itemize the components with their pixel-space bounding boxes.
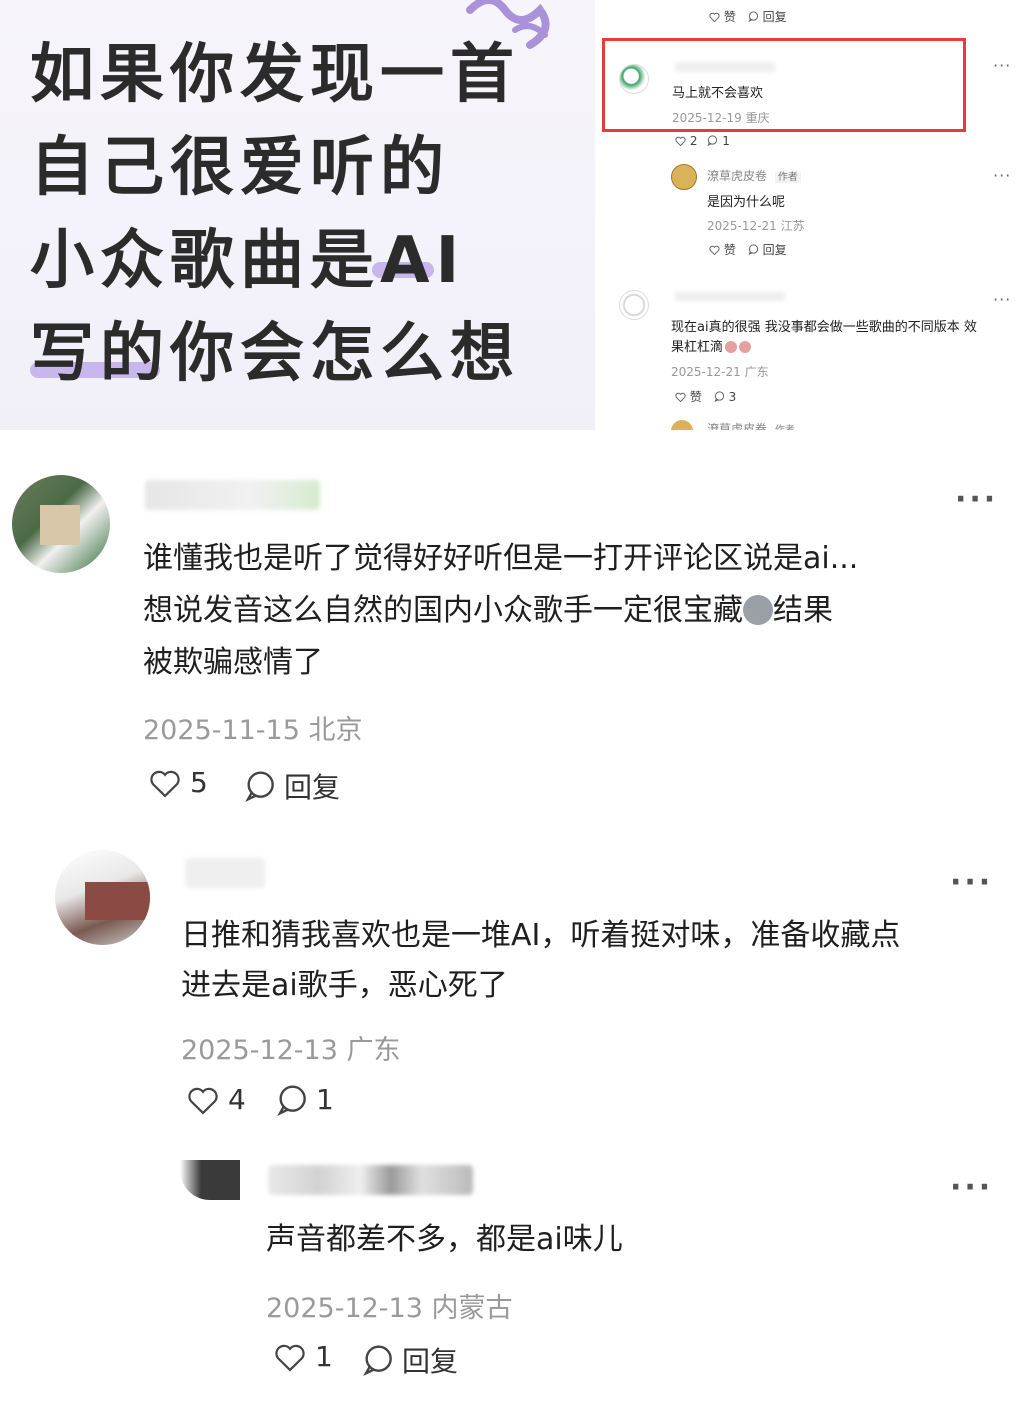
- comment-text-line-2: 想说发音这么自然的国内小众歌手一定很宝藏 结果: [143, 593, 833, 628]
- blurred-username: [675, 292, 785, 301]
- reply-button[interactable]: 3: [714, 390, 736, 404]
- heart-icon: [709, 12, 720, 23]
- avatar-mosaic: [85, 882, 150, 920]
- reply-button[interactable]: 回复: [362, 1340, 458, 1380]
- highlight-box: [602, 38, 966, 132]
- reply-button[interactable]: 1: [276, 1083, 334, 1116]
- author-avatar[interactable]: [671, 164, 697, 190]
- author-badge: 作者: [774, 172, 801, 183]
- author-name: 潦草虎皮卷 作者: [707, 167, 801, 184]
- avatar[interactable]: [55, 850, 150, 945]
- avatar[interactable]: [619, 290, 649, 320]
- heart-icon: [675, 392, 686, 403]
- poster-line-2: 自己很爱听的: [30, 131, 450, 205]
- comment-bubble-icon: [363, 1345, 392, 1376]
- more-dots-icon[interactable]: ···: [993, 56, 1011, 75]
- like-button[interactable]: 赞: [675, 388, 702, 405]
- author-reply-meta: 2025-12-21 江苏: [707, 219, 805, 233]
- author-avatar[interactable]: [671, 420, 693, 430]
- reply-button[interactable]: 回复: [244, 766, 340, 806]
- more-dots-icon[interactable]: ···: [993, 290, 1011, 309]
- comment-bubble-icon: [707, 135, 718, 147]
- comment-text-line-1: 日推和猜我喜欢也是一堆AI，听着挺对味，准备收藏点: [181, 918, 901, 953]
- blurred-username: [185, 858, 265, 888]
- poster-line-1: 如果你发现一首: [30, 38, 520, 112]
- reply-button[interactable]: 回复: [748, 241, 787, 258]
- avatar[interactable]: [619, 64, 649, 94]
- author-badge: 作者: [775, 425, 795, 430]
- comment-meta: 2025-12-13 内蒙古: [266, 1293, 513, 1324]
- third-actions: 赞 3: [675, 388, 736, 405]
- author-actions: 赞 回复: [709, 241, 787, 258]
- comment-text: 马上就不会喜欢: [672, 86, 764, 101]
- comment-meta: 2025-12-21 广东: [671, 365, 769, 379]
- heart-icon: [275, 1344, 305, 1371]
- avatar-mosaic: [40, 505, 80, 545]
- heart-icon: [150, 770, 180, 797]
- like-button[interactable]: 1: [273, 1340, 333, 1373]
- poster-line-4: 写的你会怎么想: [30, 317, 520, 391]
- sad-emoji-icon: [743, 595, 773, 625]
- like-button[interactable]: 4: [186, 1083, 246, 1116]
- comment-text-line-2: 果杠杠滴: [671, 336, 752, 355]
- poster-panel: 如果你发现一首 自己很爱听的 小众歌曲是AI 写的你会怎么想: [0, 0, 595, 430]
- heart-icon: [709, 245, 720, 256]
- comment-bubble-icon: [714, 390, 724, 402]
- comment-text-line-1: 现在ai真的很强 我没事都会做一些歌曲的不同版本 效: [671, 320, 977, 335]
- avatar[interactable]: [12, 475, 110, 573]
- more-dots-icon[interactable]: ···: [955, 482, 998, 517]
- author-name: 潦草虎皮卷 作者: [707, 420, 795, 430]
- more-dots-icon[interactable]: ···: [993, 166, 1011, 185]
- like-button[interactable]: 2: [675, 134, 697, 148]
- comment-meta: 2025-11-15 北京: [143, 715, 363, 746]
- blurred-username: [268, 1165, 473, 1195]
- blurred-username: [675, 62, 775, 72]
- prev-reply[interactable]: 回复: [748, 8, 787, 25]
- like-button[interactable]: 5: [148, 766, 208, 799]
- comment-text-line-2: 进去是ai歌手，恶心死了: [181, 968, 508, 1003]
- blurred-username: [145, 480, 320, 510]
- heart-icon: [675, 136, 686, 147]
- angry-emoji-icon: [725, 341, 738, 353]
- comment-text-line-1: 谁懂我也是听了觉得好好听但是一打开评论区说是ai...: [143, 541, 859, 576]
- prev-actions: 赞 回复: [709, 8, 787, 25]
- author-reply-text: 是因为什么呢: [707, 195, 786, 210]
- angry-emoji-icon: [739, 341, 752, 353]
- comment-bubble-icon: [277, 1084, 306, 1116]
- reply-button[interactable]: 1: [707, 134, 730, 148]
- avatar[interactable]: [180, 1160, 240, 1200]
- comment-bubble-icon: [748, 244, 758, 256]
- poster-line-3: 小众歌曲是AI: [30, 224, 466, 298]
- comment-bubble-icon: [245, 771, 274, 802]
- comment-text-line-3: 被欺骗感情了: [143, 645, 323, 680]
- heart-icon: [188, 1087, 218, 1114]
- more-dots-icon[interactable]: ···: [950, 1170, 993, 1205]
- thread-screenshot: 赞 回复 ··· 马上就不会喜欢 2025-12-19 重庆 2 1 潦草虎皮卷…: [595, 0, 1024, 430]
- more-dots-icon[interactable]: ···: [950, 865, 993, 900]
- highlight-actions: 2 1: [675, 134, 730, 148]
- comment-bubble-icon: [748, 11, 758, 23]
- prev-like[interactable]: 赞: [709, 8, 736, 25]
- comment-meta: 2025-12-13 广东: [181, 1035, 401, 1066]
- comment-text: 声音都差不多，都是ai味儿: [266, 1222, 623, 1257]
- comment-meta: 2025-12-19 重庆: [672, 111, 770, 125]
- like-button[interactable]: 赞: [709, 241, 736, 258]
